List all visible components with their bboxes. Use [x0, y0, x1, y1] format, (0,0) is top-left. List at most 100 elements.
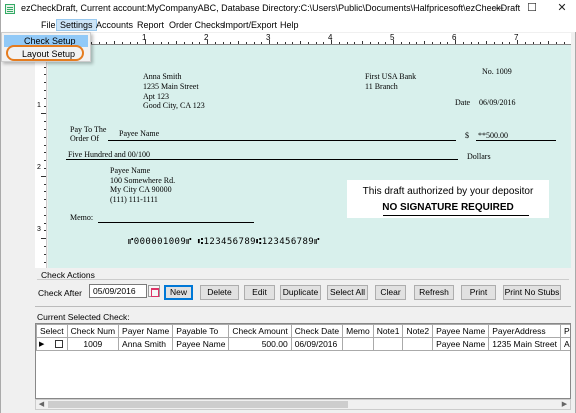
delete-button[interactable]: Delete [200, 285, 239, 300]
ruler-tick [238, 41, 239, 44]
menu-accounts[interactable]: Accounts [93, 19, 136, 31]
check-after-date-input[interactable]: 05/09/2016 [89, 284, 147, 298]
authorization-box: This draft authorized by your depositor … [347, 180, 549, 218]
ruler-tick [152, 42, 154, 44]
ruler-tick [137, 42, 139, 44]
payee-name: Payee Name [119, 129, 160, 138]
ruler-label: 4 [328, 33, 333, 42]
ruler-tick [214, 42, 216, 44]
ruler-tick [183, 42, 185, 44]
ruler-tick [44, 74, 46, 76]
ruler-tick [44, 183, 46, 185]
ruler-tick [44, 105, 46, 107]
menu-bar: File Settings Accounts Report Order Chec… [1, 18, 576, 32]
close-button[interactable]: ✕ [547, 0, 576, 18]
ruler-tick [44, 129, 46, 130]
column-header[interactable]: PayerAc [559, 324, 570, 338]
maximize-button[interactable]: ☐ [517, 0, 547, 18]
menu-settings[interactable]: Settings [56, 19, 97, 31]
order-of-label: Order Of [70, 134, 100, 143]
ruler-label: 5 [390, 33, 395, 42]
row-pointer-icon: ▶ [39, 341, 45, 348]
ruler-tick [44, 152, 46, 154]
scroll-left-icon[interactable]: ◀ [36, 400, 47, 409]
select-cell[interactable]: ▶ [36, 337, 68, 351]
print-button[interactable]: Print [461, 285, 496, 300]
ruler-tick [470, 42, 472, 44]
ruler-tick [555, 42, 557, 44]
ruler-tick [129, 42, 131, 44]
ruler-tick [323, 42, 325, 44]
print-no-stubs-button[interactable]: Print No Stubs [503, 285, 561, 300]
column-header[interactable]: Payee Name [432, 324, 490, 338]
ruler-tick [540, 42, 542, 44]
ruler-tick [439, 42, 441, 44]
ruler-tick [160, 42, 162, 44]
scroll-thumb[interactable] [48, 401, 348, 408]
menu-order-checks[interactable]: Order Checks [166, 19, 228, 31]
ruler-tick [346, 42, 348, 44]
column-header[interactable]: Select [36, 324, 68, 338]
menu-help[interactable]: Help [277, 19, 302, 31]
calendar-icon[interactable] [148, 285, 160, 297]
column-header[interactable]: Memo [342, 324, 374, 338]
refresh-button[interactable]: Refresh [414, 285, 454, 300]
payee-address-1: 100 Somewhere Rd. [110, 176, 176, 185]
ruler-tick [548, 41, 549, 44]
ruler-tick [253, 42, 255, 44]
check-preview: Anna Smith 1235 Main Street Apt 123 Good… [48, 45, 571, 268]
ruler-label: 1 [37, 102, 41, 109]
column-header[interactable]: Payable To [172, 324, 230, 338]
new-button[interactable]: New [164, 285, 193, 300]
ruler-tick [44, 121, 46, 123]
window-title: ezCheckDraft, Current account:MyCompanyA… [21, 3, 521, 13]
amount-words-line [66, 159, 458, 160]
memo-label: Memo: [70, 213, 94, 222]
table-cell [402, 337, 434, 351]
duplicate-button[interactable]: Duplicate [280, 285, 321, 300]
column-header[interactable]: Note2 [402, 324, 434, 338]
ruler-tick [44, 261, 46, 263]
ruler-tick [300, 41, 301, 44]
micr-line: ⑈000001009⑈ ⑆123456789⑆123456789⑈ [128, 237, 320, 247]
select-all-button[interactable]: Select All [327, 285, 368, 300]
ruler-tick [44, 199, 46, 201]
column-header[interactable]: Check Amount [228, 324, 292, 338]
ruler-tick [222, 42, 224, 44]
ruler-label: 2 [204, 33, 209, 42]
pay-to-label: Pay To The [70, 125, 107, 134]
ruler-tick [245, 42, 247, 44]
column-header[interactable]: Payer Name [118, 324, 174, 338]
table-cell [372, 337, 404, 351]
horizontal-scrollbar[interactable]: ◀ ▶ [35, 399, 571, 410]
select-checkbox[interactable] [55, 340, 63, 348]
table-row[interactable]: ▶ 1009 Anna Smith Payee Name 500.00 06/0… [36, 337, 570, 351]
column-header[interactable]: Note1 [372, 324, 404, 338]
column-header[interactable]: PayerAddress [488, 324, 561, 338]
ruler-tick [44, 66, 46, 68]
clear-button[interactable]: Clear [375, 285, 406, 300]
table-cell [342, 337, 374, 351]
column-header[interactable]: Check Date [290, 324, 344, 338]
horizontal-ruler: 1 2 3 4 5 6 7 [35, 33, 571, 45]
table-cell: Anna Smith [118, 337, 174, 351]
ruler-tick [44, 214, 46, 216]
divider [35, 306, 571, 307]
ruler-label: 3 [266, 33, 271, 42]
ruler-tick [416, 42, 418, 44]
scroll-right-icon[interactable]: ▶ [559, 400, 570, 409]
menu-import-export[interactable]: Import/Export [220, 19, 280, 31]
app-window: ezCheckDraft, Current account:MyCompanyA… [0, 0, 576, 413]
ruler-tick [44, 136, 46, 138]
check-amount: **500.00 [478, 131, 508, 140]
ruler-tick [524, 42, 526, 44]
date-label: Date [455, 98, 471, 107]
ruler-tick [276, 42, 278, 44]
minimize-button[interactable]: — [483, 0, 513, 18]
ruler-tick [106, 42, 108, 44]
grid-title: Current Selected Check: [37, 312, 130, 322]
menu-report[interactable]: Report [134, 19, 167, 31]
edit-button[interactable]: Edit [244, 285, 275, 300]
column-header[interactable]: Check Num [66, 324, 120, 338]
bank-name: First USA Bank [365, 72, 417, 81]
